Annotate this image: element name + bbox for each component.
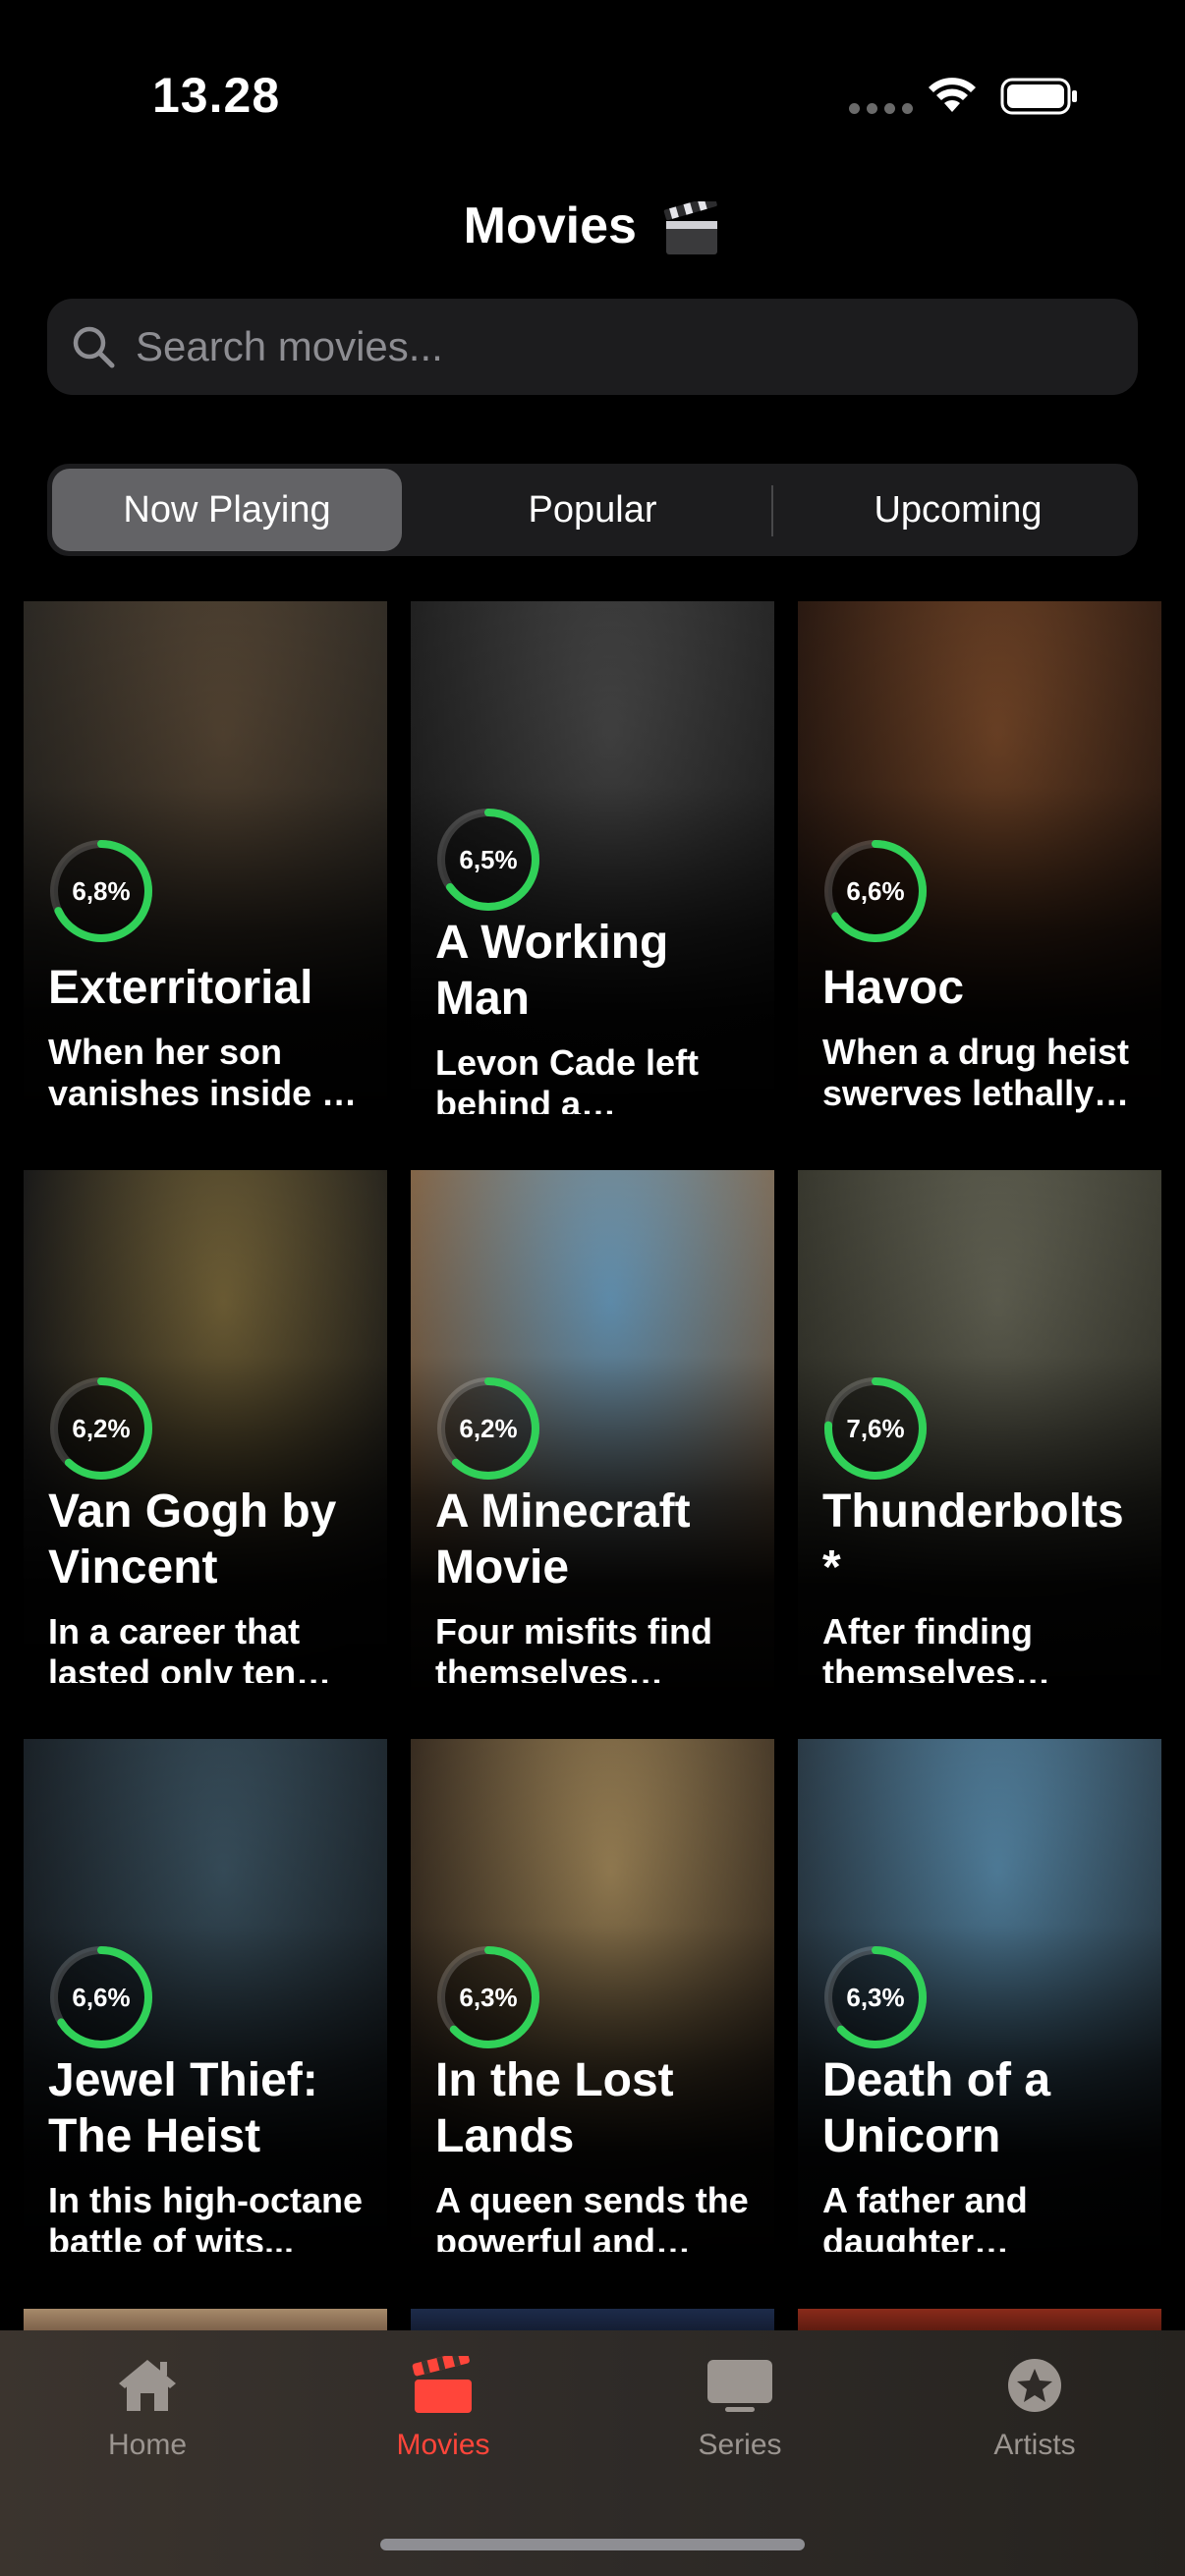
movie-title: A Minecraft Movie	[435, 1484, 691, 1594]
movie-info: 6,6% Havoc When a drug heist swerves letha…	[822, 805, 1144, 1132]
status-time: 13.28	[152, 68, 281, 123]
search-bar[interactable]	[47, 299, 1138, 395]
movie-title: Exterritorial	[48, 962, 313, 1014]
segment-divider	[771, 485, 773, 536]
clapper-board-icon	[412, 2356, 472, 2413]
rating-percent: 6,2%	[72, 1413, 131, 1443]
tab-movies[interactable]: Movies	[345, 2356, 541, 2462]
rating-percent: 6,3%	[459, 1982, 518, 2012]
tab-home[interactable]: Home	[49, 2356, 246, 2462]
movie-card[interactable]: 6,3% Death of a Unicorn A father and daugh…	[798, 1739, 1161, 2269]
movie-card[interactable]: 6,2% Van Gogh by Vincent In a career that …	[24, 1170, 387, 1701]
movie-description: In this high-octane battle of wits...	[48, 2179, 363, 2252]
movie-description: Levon Cade left behind a decorated milit…	[435, 1041, 700, 1114]
cellular-signal-icon	[849, 103, 913, 114]
page-title-text: Movies	[463, 197, 637, 254]
movie-info: 6,3% Death of a Unicorn A father and daugh…	[822, 1942, 1144, 2269]
movie-info: 6,5% A Working Man Levon Cade left behind …	[435, 805, 757, 1132]
rating-ring: 6,2%	[433, 1373, 543, 1480]
movie-title: Van Gogh by Vincent	[48, 1484, 337, 1594]
rating-percent: 6,6%	[72, 1982, 131, 2012]
tv-icon	[707, 2360, 772, 2412]
movie-description: A father and daughter accidentally hit a…	[822, 2179, 1028, 2252]
category-segmented-control: Now Playing Popular Upcoming	[47, 464, 1138, 556]
movie-title: In the Lost Lands	[435, 2053, 674, 2162]
rating-ring: 6,3%	[820, 1942, 931, 2048]
rating-ring: 6,5%	[433, 805, 543, 911]
search-icon	[73, 326, 115, 368]
tab-movies-label: Movies	[396, 2429, 490, 2461]
segment-popular[interactable]: Popular	[418, 469, 767, 551]
movie-description: Four misfits find themselves struggling …	[435, 1610, 712, 1683]
tab-series-label: Series	[698, 2429, 782, 2461]
movie-description: A queen sends the powerful and feared so…	[435, 2179, 749, 2252]
search-input[interactable]	[134, 322, 1022, 371]
rating-percent: 6,3%	[846, 1982, 905, 2012]
rating-percent: 6,5%	[459, 844, 518, 874]
movie-title: Thunderbolts *	[822, 1484, 1124, 1594]
segment-now-playing[interactable]: Now Playing	[52, 469, 402, 551]
rating-ring: 6,2%	[46, 1373, 156, 1480]
movie-card[interactable]: 6,6% Havoc When a drug heist swerves letha…	[798, 601, 1161, 1132]
rating-percent: 6,8%	[72, 875, 131, 906]
movie-description: In a career that lasted only ten years..…	[48, 1610, 301, 1683]
movie-card[interactable]: 6,6% Jewel Thief: The Heist In this high-o…	[24, 1739, 387, 2269]
tab-home-label: Home	[107, 2429, 188, 2461]
rating-ring: 6,6%	[820, 836, 931, 946]
movie-info: 6,8% Exterritorial When her son vanishes i…	[48, 805, 369, 1132]
movie-info: 6,6% Jewel Thief: The Heist In this high-o…	[48, 1942, 369, 2269]
star-circle-icon	[1008, 2359, 1061, 2412]
tab-artists-label: Artists	[993, 2429, 1076, 2461]
movie-card[interactable]: 6,5% A Working Man Levon Cade left behind …	[411, 601, 774, 1132]
rating-ring: 7,6%	[820, 1373, 931, 1480]
clapper-board-icon	[664, 201, 718, 255]
battery-icon	[1000, 78, 1077, 115]
segment-upcoming[interactable]: Upcoming	[783, 469, 1133, 551]
rating-ring: 6,6%	[46, 1942, 156, 2048]
movie-description: When her son vanishes inside a US milita…	[48, 1032, 342, 1113]
movie-card[interactable]: 6,8% Exterritorial When her son vanishes i…	[24, 601, 387, 1132]
tab-artists[interactable]: Artists	[936, 2356, 1133, 2462]
movie-card[interactable]: 6,3% In the Lost Lands A queen sends the p…	[411, 1739, 774, 2269]
movie-card[interactable]: 6,2% A Minecraft Movie Four misfits find t…	[411, 1170, 774, 1701]
movie-description: After finding themselves ensnared in a d…	[822, 1610, 1033, 1683]
rating-percent: 6,2%	[459, 1413, 518, 1443]
movie-info: 6,2% A Minecraft Movie Four misfits find t…	[435, 1373, 757, 1701]
movie-info: 6,3% In the Lost Lands A queen sends the p…	[435, 1942, 757, 2269]
movie-title: Havoc	[822, 962, 965, 1014]
home-indicator	[380, 2539, 805, 2550]
movie-title: Death of a Unicorn	[822, 2053, 1051, 2162]
movie-description: When a drug heist swerves lethally out o…	[822, 1032, 1130, 1113]
page-title: Movies	[0, 196, 1185, 256]
house-icon	[119, 2360, 176, 2411]
tab-series[interactable]: Series	[642, 2356, 838, 2462]
movie-title: Jewel Thief: The Heist	[48, 2053, 318, 2162]
movie-info: 7,6% Thunderbolts * After finding themselv…	[822, 1373, 1144, 1701]
rating-ring: 6,3%	[433, 1942, 543, 2048]
movie-info: 6,2% Van Gogh by Vincent In a career that …	[48, 1373, 369, 1701]
movie-title: A Working Man	[435, 916, 669, 1025]
rating-percent: 6,6%	[846, 875, 905, 906]
rating-ring: 6,8%	[46, 836, 156, 946]
rating-percent: 7,6%	[846, 1413, 905, 1443]
movie-card[interactable]: 7,6% Thunderbolts * After finding themselv…	[798, 1170, 1161, 1701]
wifi-icon	[929, 78, 976, 112]
